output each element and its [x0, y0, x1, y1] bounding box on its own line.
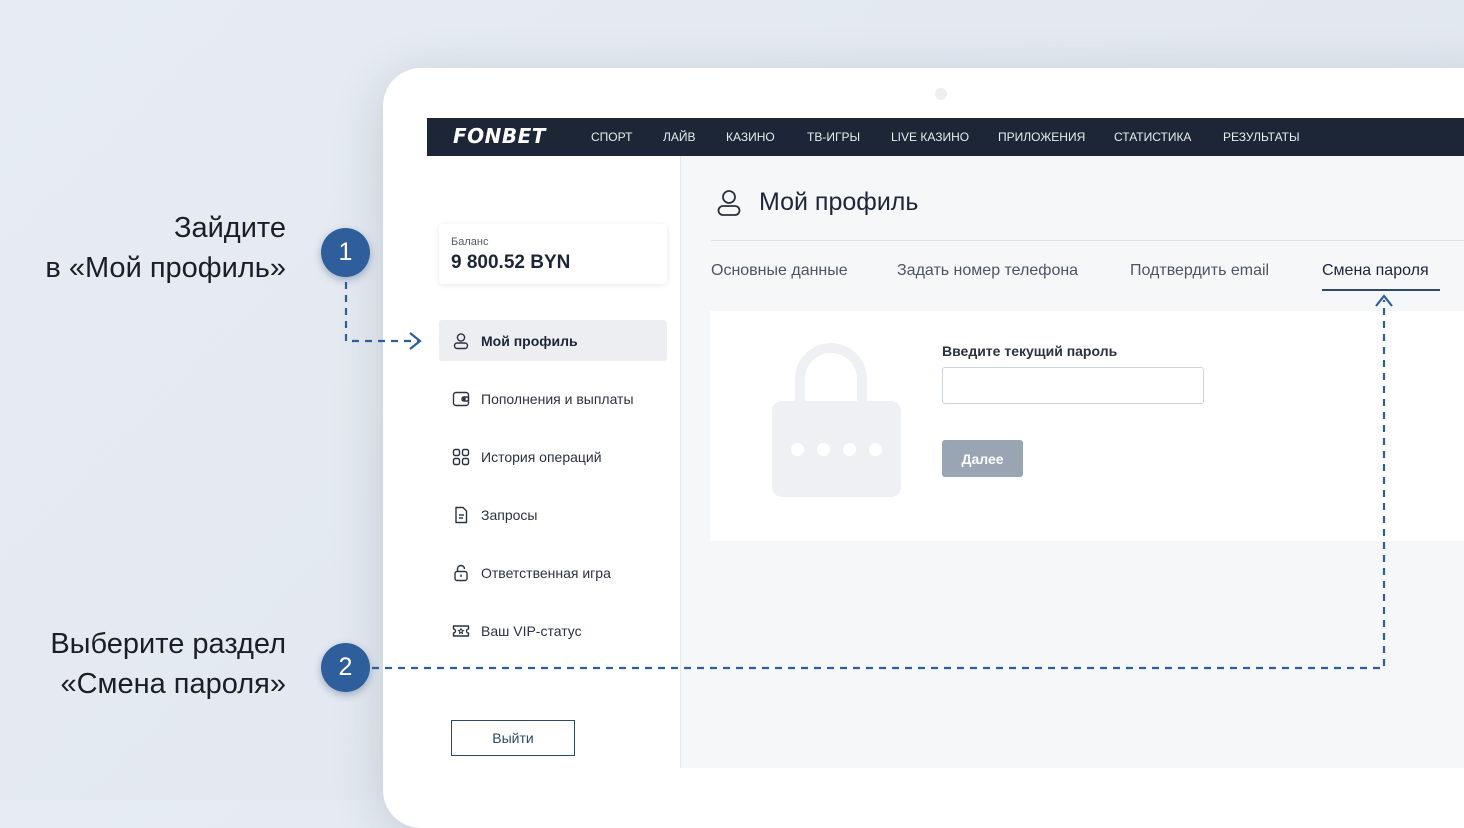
header-divider [711, 240, 1464, 241]
wallet-icon [452, 391, 470, 407]
balance-card: Баланс 9 800.52 BYN [439, 224, 667, 284]
page-title: Мой профиль [759, 188, 919, 216]
sidebar-item-responsible-gaming[interactable]: Ответственная игра [439, 552, 667, 593]
step-badge-2: 2 [321, 643, 370, 692]
main-content: Мой профиль Основные данные Задать номер… [681, 156, 1464, 768]
sidebar: Баланс 9 800.52 BYN Мой профиль Пополнен… [427, 156, 681, 768]
camera-dot [935, 88, 947, 100]
tab-set-phone[interactable]: Задать номер телефона [897, 262, 1078, 280]
sidebar-item-label: Запросы [481, 507, 538, 523]
tab-change-password[interactable]: Смена пароля [1322, 262, 1429, 280]
user-icon [717, 190, 741, 216]
nav-item-results[interactable]: РЕЗУЛЬТАТЫ [1223, 130, 1300, 144]
step-badge-1: 1 [321, 228, 370, 277]
balance-label: Баланс [451, 236, 489, 248]
sidebar-item-profile[interactable]: Мой профиль [439, 320, 667, 361]
nav-item-statistics[interactable]: СТАТИСТИКА [1114, 130, 1191, 144]
document-icon [455, 506, 468, 524]
ticket-star-icon [452, 625, 470, 637]
sidebar-item-requests[interactable]: Запросы [439, 494, 667, 535]
sidebar-item-label: Мой профиль [481, 333, 578, 349]
tab-main-data[interactable]: Основные данные [711, 262, 848, 280]
next-button[interactable]: Далее [942, 440, 1023, 477]
sidebar-item-label: Ответственная игра [481, 565, 611, 581]
app-screen: FONBET СПОРТ ЛАЙВ КАЗИНО ТВ-ИГРЫ LIVE КА… [427, 118, 1464, 768]
nav-item-live-casino[interactable]: LIVE КАЗИНО [891, 130, 969, 144]
user-icon [453, 333, 469, 350]
current-password-input[interactable] [942, 367, 1204, 404]
balance-value: 9 800.52 BYN [451, 252, 571, 273]
sidebar-item-payments[interactable]: Пополнения и выплаты [439, 378, 667, 419]
nav-item-apps[interactable]: ПРИЛОЖЕНИЯ [998, 130, 1085, 144]
nav-item-tv-games[interactable]: ТВ-ИГРЫ [807, 130, 860, 144]
grid-icon [452, 448, 470, 466]
nav-item-sport[interactable]: СПОРТ [591, 130, 632, 144]
password-card: Введите текущий пароль Далее [710, 311, 1464, 541]
active-tab-underline [1322, 289, 1440, 291]
sidebar-item-history[interactable]: История операций [439, 436, 667, 477]
instruction-step-2: Выберите раздел «Смена пароля» [50, 628, 286, 700]
sidebar-item-label: История операций [481, 449, 602, 465]
current-password-label: Введите текущий пароль [942, 343, 1118, 359]
sidebar-item-vip-status[interactable]: Ваш VIP-статус [439, 610, 667, 651]
sidebar-item-label: Ваш VIP-статус [481, 623, 582, 639]
nav-item-live[interactable]: ЛАЙВ [663, 130, 696, 144]
lock-icon [454, 564, 468, 582]
nav-item-casino[interactable]: КАЗИНО [726, 130, 775, 144]
logout-button[interactable]: Выйти [451, 720, 575, 756]
tab-confirm-email[interactable]: Подтвердить email [1130, 262, 1269, 280]
sidebar-item-label: Пополнения и выплаты [481, 391, 634, 407]
instruction-step-1: Зайдите в «Мой профиль» [45, 212, 286, 284]
top-navbar: FONBET СПОРТ ЛАЙВ КАЗИНО ТВ-ИГРЫ LIVE КА… [427, 118, 1464, 156]
fonbet-logo[interactable]: FONBET [453, 124, 546, 148]
